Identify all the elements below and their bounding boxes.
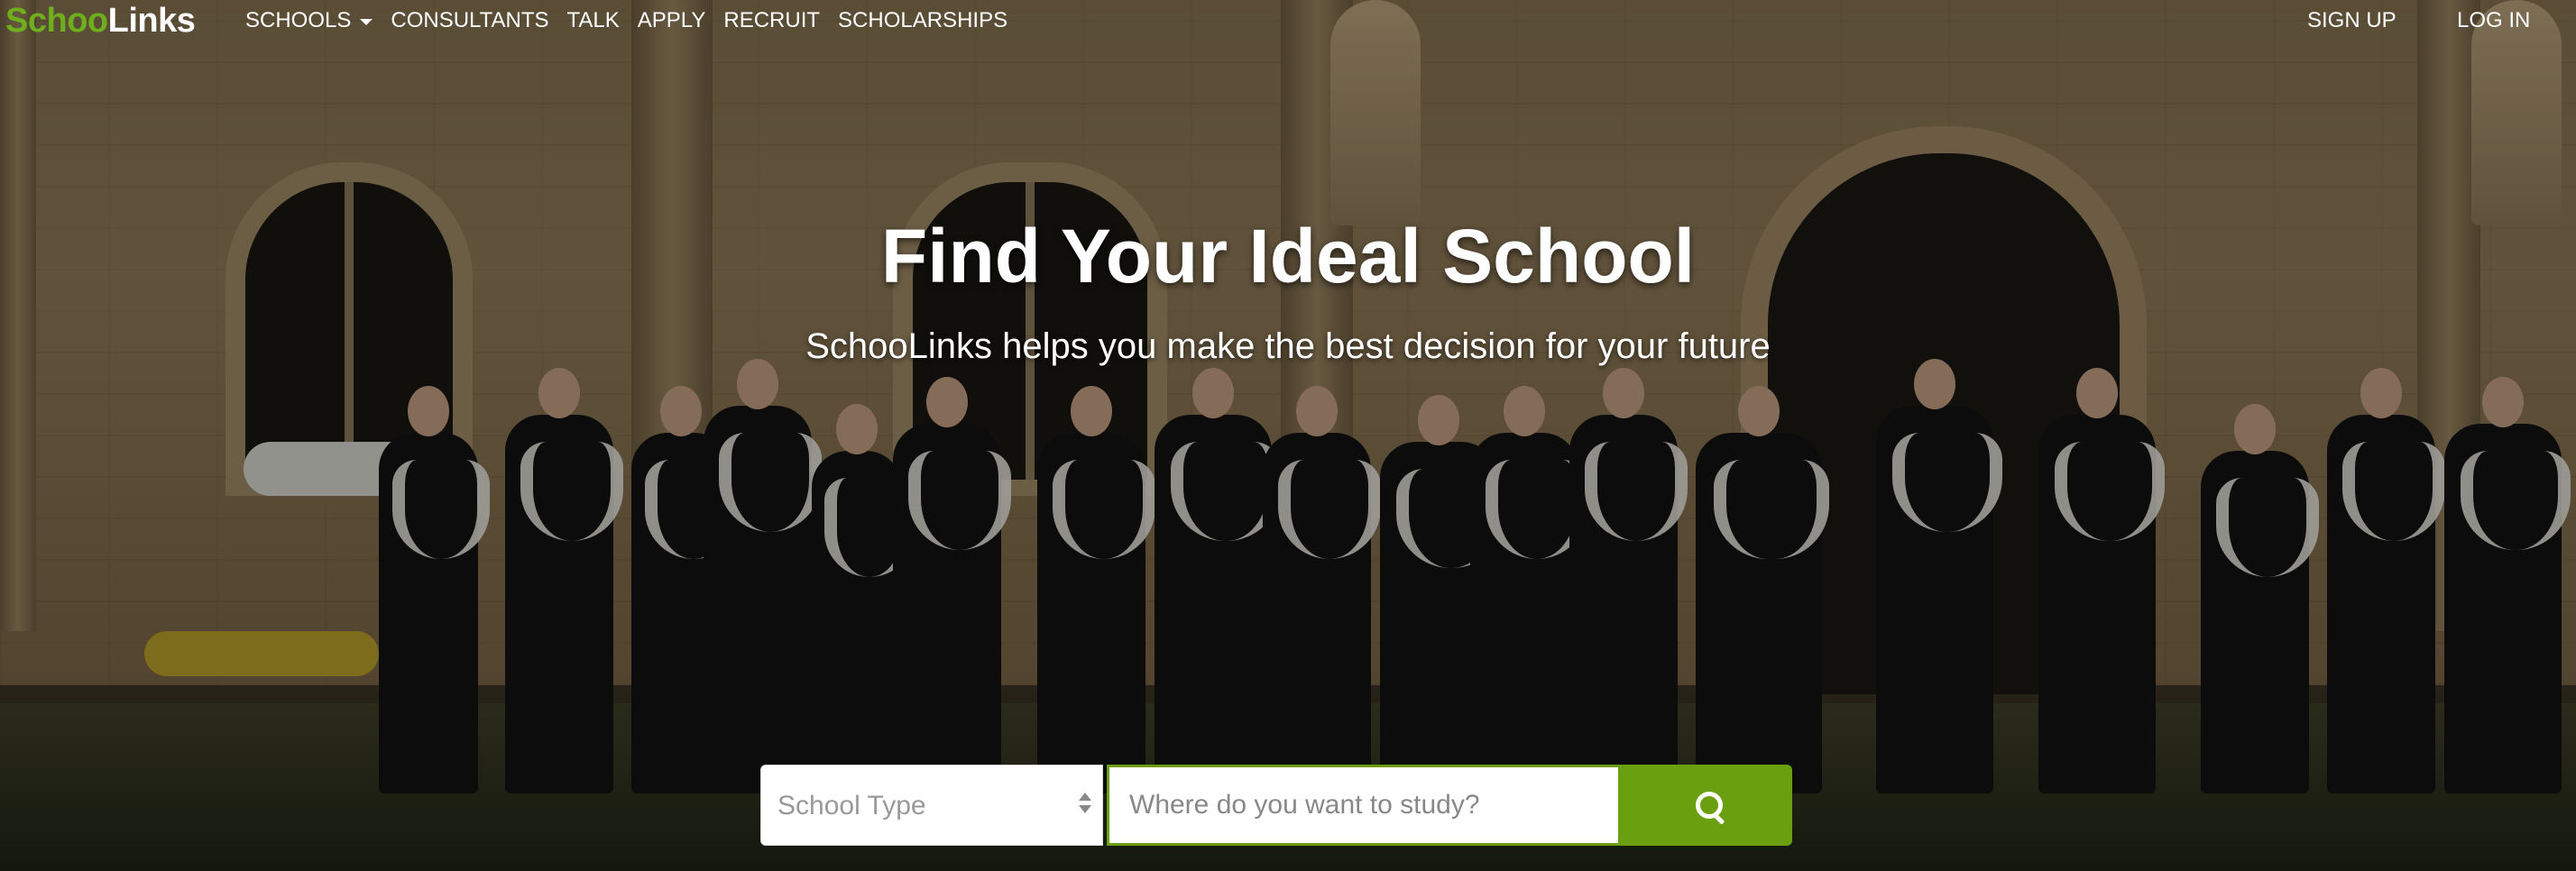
school-search-bar: School Type	[760, 765, 1792, 846]
caret-down-icon	[360, 18, 373, 25]
top-navbar: SchooLinks SCHOOLS CONSULTANTS TALK APPL…	[0, 0, 2576, 43]
nav-item-talk[interactable]: TALK	[567, 8, 620, 33]
hero-subtitle: SchooLinks helps you make the best decis…	[805, 326, 1771, 366]
hero-title: Find Your Ideal School	[880, 214, 1696, 298]
logo-text-part2: Links	[107, 2, 196, 40]
school-type-select[interactable]: School Type	[760, 765, 1103, 846]
nav-item-apply[interactable]: APPLY	[638, 8, 706, 33]
nav-item-recruit[interactable]: RECRUIT	[723, 8, 820, 33]
hero-background	[0, 0, 2576, 871]
log-in-link[interactable]: LOG IN	[2457, 8, 2530, 33]
schoolinks-logo[interactable]: SchooLinks	[5, 2, 196, 41]
nav-item-scholarships[interactable]: SCHOLARSHIPS	[838, 8, 1007, 33]
nav-item-label: SCHOLARSHIPS	[838, 8, 1008, 32]
location-field-wrapper	[1107, 765, 1621, 846]
logo-text-part1: Schoo	[5, 2, 108, 40]
search-button[interactable]	[1621, 765, 1792, 846]
sign-up-link[interactable]: SIGN UP	[2307, 8, 2397, 33]
location-search-input[interactable]	[1109, 767, 1618, 843]
nav-item-label: CONSULTANTS	[391, 8, 549, 32]
hero-overlay	[0, 0, 2576, 871]
select-arrows-icon	[1079, 793, 1091, 813]
nav-item-consultants[interactable]: CONSULTANTS	[391, 8, 548, 33]
nav-item-label: RECRUIT	[723, 8, 821, 32]
nav-menu: SCHOOLS CONSULTANTS TALK APPLY RECRUIT S…	[245, 8, 1026, 33]
school-type-placeholder: School Type	[777, 791, 926, 821]
search-icon-handle	[1714, 813, 1725, 825]
nav-item-schools[interactable]: SCHOOLS	[245, 8, 373, 33]
nav-item-label: TALK	[566, 8, 620, 32]
nav-item-label: SCHOOLS	[245, 8, 352, 32]
nav-item-label: APPLY	[637, 8, 706, 32]
